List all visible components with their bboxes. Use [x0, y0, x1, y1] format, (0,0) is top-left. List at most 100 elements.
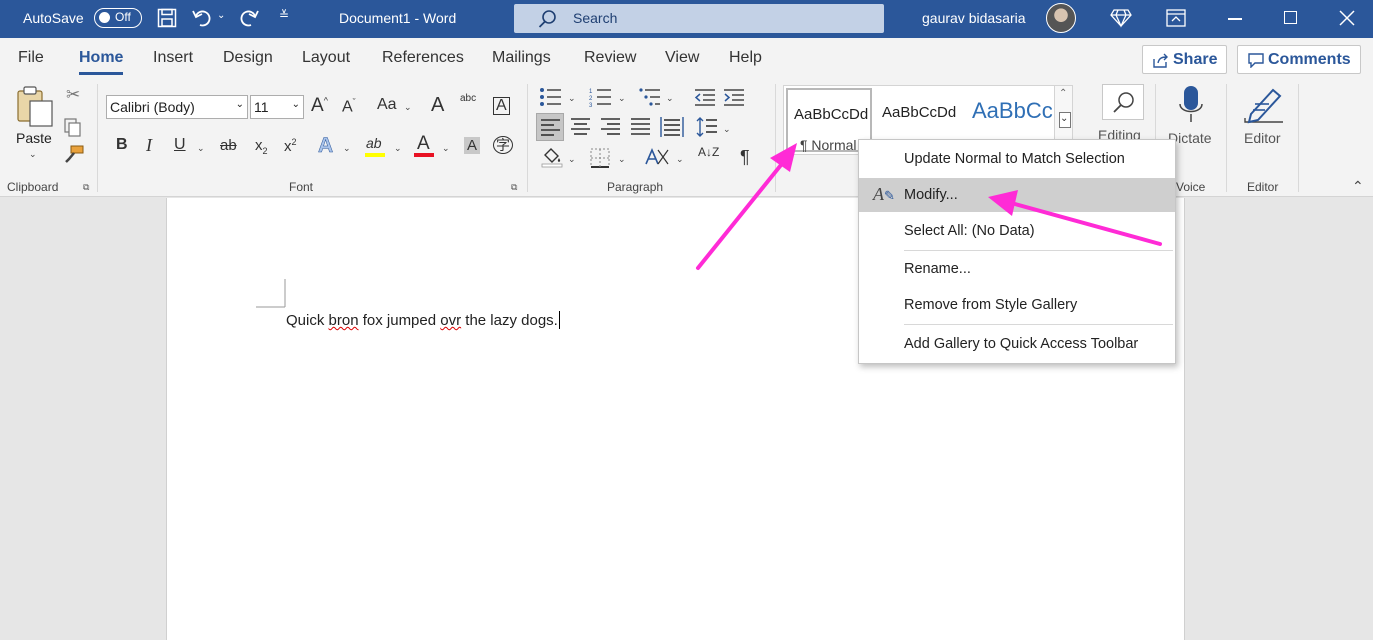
copy-icon[interactable] [63, 117, 83, 137]
tab-mailings[interactable]: Mailings [492, 49, 551, 67]
change-case-dropdown-icon[interactable]: ⌄ [404, 102, 412, 113]
sort-icon[interactable]: A↓Z [698, 146, 719, 158]
search-box[interactable]: Search [514, 4, 884, 33]
asian-layout-icon[interactable] [644, 146, 670, 168]
borders-dropdown-icon[interactable]: ⌄ [618, 154, 626, 165]
font-color-icon[interactable]: A [417, 134, 430, 153]
maximize-icon[interactable] [1284, 11, 1297, 24]
underline-button[interactable]: U [174, 137, 186, 153]
menu-item-select-all[interactable]: Select All: (No Data) [859, 214, 1175, 248]
clear-formatting-icon[interactable]: A [431, 95, 444, 115]
group-label-voice: Voice [1176, 180, 1206, 194]
undo-dropdown-icon[interactable]: ⌄ [217, 10, 225, 21]
tab-home[interactable]: Home [79, 49, 124, 75]
menu-item-update-normal[interactable]: Update Normal to Match Selection [859, 142, 1175, 176]
undo-icon[interactable] [191, 7, 213, 29]
customize-qat-icon[interactable]: ≚ [279, 8, 289, 22]
character-border-icon[interactable]: A [493, 97, 510, 115]
highlight-dropdown-icon[interactable]: ⌄ [394, 143, 402, 154]
bullets-icon[interactable] [539, 87, 563, 107]
cut-icon[interactable]: ✂ [66, 86, 80, 103]
tab-help[interactable]: Help [729, 49, 762, 67]
align-left-button[interactable] [536, 113, 564, 141]
microphone-icon[interactable] [1177, 84, 1205, 126]
line-spacing-icon[interactable] [696, 117, 718, 137]
redo-icon[interactable] [238, 7, 260, 29]
justify-icon[interactable] [631, 118, 651, 136]
tab-insert[interactable]: Insert [153, 49, 193, 67]
paste-label[interactable]: Paste [16, 130, 52, 146]
save-icon[interactable] [157, 8, 177, 28]
strikethrough-button[interactable]: ab [220, 138, 237, 153]
distributed-icon[interactable] [660, 117, 684, 137]
bullets-dropdown-icon[interactable]: ⌄ [568, 93, 576, 104]
decrease-indent-icon[interactable] [694, 88, 716, 106]
menu-item-rename[interactable]: Rename... [859, 252, 1175, 286]
chevron-up-icon[interactable]: ⌃ [1059, 88, 1067, 99]
text-caret [558, 311, 560, 329]
user-name[interactable]: gaurav bidasaria [922, 10, 1026, 26]
tab-layout[interactable]: Layout [302, 49, 350, 67]
style-preview: AaBbCc [972, 98, 1053, 123]
paste-icon[interactable] [15, 86, 55, 128]
tab-references[interactable]: References [382, 49, 464, 67]
font-launcher-icon[interactable]: ⧉ [511, 182, 517, 193]
line-spacing-dropdown-icon[interactable]: ⌄ [723, 124, 731, 135]
font-color-dropdown-icon[interactable]: ⌄ [442, 143, 450, 154]
tab-view[interactable]: View [665, 49, 699, 67]
editor-pen-icon[interactable] [1243, 84, 1287, 126]
tab-review[interactable]: Review [584, 49, 636, 67]
align-center-icon[interactable] [571, 118, 591, 136]
highlight-icon[interactable]: ab [366, 136, 382, 150]
shading-icon[interactable] [541, 146, 563, 168]
text-effects-dropdown-icon[interactable]: ⌄ [343, 143, 351, 154]
bold-button[interactable]: B [116, 137, 128, 153]
asian-layout-dropdown-icon[interactable]: ⌄ [676, 154, 684, 165]
italic-button[interactable]: I [146, 136, 152, 154]
autosave-toggle[interactable]: Off [94, 8, 142, 28]
share-button[interactable]: Share [1142, 45, 1227, 74]
phonetic-guide-icon[interactable]: abc [460, 94, 476, 104]
close-icon[interactable] [1339, 10, 1355, 26]
enclose-characters-icon[interactable]: 字 [493, 136, 513, 154]
editing-button[interactable] [1102, 84, 1144, 120]
editor-label[interactable]: Editor [1244, 130, 1281, 146]
character-shading-icon[interactable]: A [464, 137, 481, 154]
numbering-icon[interactable]: 1 2 3 [589, 87, 613, 107]
tab-file[interactable]: File [18, 49, 44, 67]
borders-icon[interactable] [590, 148, 610, 168]
menu-item-modify[interactable]: A✎ Modify... [859, 178, 1175, 212]
grow-font-icon[interactable]: A^ [311, 96, 328, 115]
spelling-error[interactable]: bron [329, 312, 359, 329]
collapse-ribbon-icon[interactable]: ⌃ [1352, 178, 1364, 195]
comments-button[interactable]: Comments [1237, 45, 1361, 74]
increase-indent-icon[interactable] [723, 88, 745, 106]
shading-dropdown-icon[interactable]: ⌄ [568, 154, 576, 165]
avatar[interactable] [1046, 3, 1076, 33]
underline-dropdown-icon[interactable]: ⌄ [197, 143, 205, 154]
paste-dropdown-icon[interactable]: ⌄ [29, 149, 37, 160]
diamond-icon[interactable] [1110, 8, 1132, 28]
title-bar: AutoSave Off ⌄ ≚ Document1 - Word Search… [0, 0, 1373, 38]
show-formatting-marks-icon[interactable]: ¶ [740, 148, 750, 166]
tab-design[interactable]: Design [223, 49, 273, 67]
document-text[interactable]: Quick bron fox jumped ovr the lazy dogs. [286, 311, 560, 329]
multilevel-list-icon[interactable] [638, 87, 662, 107]
change-case-icon[interactable]: Aa [377, 97, 397, 113]
chevron-down-icon[interactable]: ⌄ [1059, 112, 1071, 128]
ribbon-display-icon[interactable] [1166, 9, 1186, 27]
shrink-font-icon[interactable]: Aˇ [342, 98, 356, 115]
clipboard-launcher-icon[interactable]: ⧉ [83, 182, 89, 193]
text-effects-icon[interactable]: A [318, 135, 334, 157]
align-right-icon[interactable] [601, 118, 621, 136]
multilevel-dropdown-icon[interactable]: ⌄ [666, 93, 674, 104]
menu-item-add-gallery-qat[interactable]: Add Gallery to Quick Access Toolbar [859, 327, 1175, 361]
share-icon [1153, 53, 1168, 68]
font-name-select[interactable]: Calibri (Body) ⌄ [106, 95, 248, 119]
minimize-icon[interactable] [1228, 18, 1242, 20]
menu-item-remove-from-gallery[interactable]: Remove from Style Gallery [859, 288, 1175, 322]
numbering-dropdown-icon[interactable]: ⌄ [618, 93, 626, 104]
font-size-select[interactable]: 11 ⌄ [250, 95, 304, 119]
format-painter-icon[interactable] [63, 144, 85, 164]
spelling-error[interactable]: ovr [440, 312, 461, 329]
